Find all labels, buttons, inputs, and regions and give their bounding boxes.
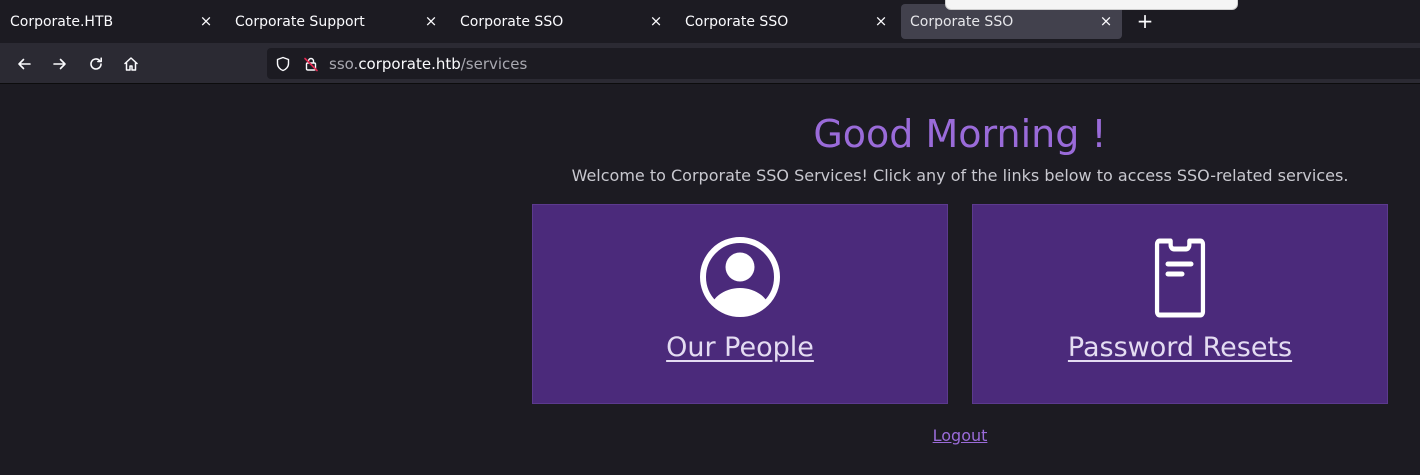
home-button[interactable]: [117, 50, 145, 78]
welcome-text: Welcome to Corporate SSO Services! Click…: [571, 166, 1349, 185]
tab-close-icon[interactable]: ×: [873, 14, 889, 30]
our-people-card[interactable]: Our People: [532, 204, 948, 404]
tab-title: Corporate SSO: [910, 13, 1014, 30]
arrow-left-icon: [18, 58, 31, 70]
page-content: Good Morning ! Welcome to Corporate SSO …: [0, 84, 1420, 475]
tab-corporate-htb[interactable]: Corporate.HTB ×: [1, 4, 222, 39]
insecure-lock-icon[interactable]: [301, 54, 321, 74]
tab-strip: Corporate.HTB × Corporate Support × Corp…: [0, 0, 1420, 43]
url-path: /services: [460, 54, 528, 73]
page-title: Good Morning !: [813, 112, 1107, 156]
tab-title: Corporate.HTB: [10, 13, 114, 30]
url-text[interactable]: sso.corporate.htb/services: [329, 55, 527, 73]
tab-close-icon[interactable]: ×: [423, 14, 439, 30]
tab-title: Corporate SSO: [460, 13, 564, 30]
password-resets-card[interactable]: Password Resets: [972, 204, 1388, 404]
url-host: corporate.htb: [358, 54, 461, 73]
phone-document-icon: [1139, 236, 1221, 318]
forward-button[interactable]: [46, 50, 74, 78]
tab-close-icon[interactable]: ×: [198, 14, 214, 30]
shield-icon[interactable]: [273, 54, 293, 74]
tooltip-popup: [945, 0, 1238, 10]
tab-title: Corporate Support: [235, 13, 365, 30]
reload-button[interactable]: [82, 50, 110, 78]
logout-link[interactable]: Logout: [933, 426, 988, 445]
user-circle-icon: [699, 236, 781, 318]
our-people-link[interactable]: Our People: [666, 332, 814, 363]
tab-corporate-sso-2[interactable]: Corporate SSO ×: [676, 4, 897, 39]
arrow-right-icon: [53, 58, 66, 70]
tab-close-icon[interactable]: ×: [1098, 14, 1114, 30]
password-resets-link[interactable]: Password Resets: [1068, 332, 1292, 363]
new-tab-button[interactable]: +: [1135, 11, 1155, 31]
tab-corporate-sso-1[interactable]: Corporate SSO ×: [451, 4, 672, 39]
tab-close-icon[interactable]: ×: [648, 14, 664, 30]
url-bar[interactable]: sso.corporate.htb/services: [267, 48, 1420, 79]
logout-container: Logout: [500, 426, 1420, 445]
tab-title: Corporate SSO: [685, 13, 789, 30]
back-button[interactable]: [10, 50, 38, 78]
navigation-toolbar: sso.corporate.htb/services: [0, 43, 1420, 84]
reload-icon: [90, 57, 102, 70]
tab-corporate-support[interactable]: Corporate Support ×: [226, 4, 447, 39]
home-icon: [124, 57, 138, 71]
url-subdomain: sso.: [329, 54, 359, 73]
